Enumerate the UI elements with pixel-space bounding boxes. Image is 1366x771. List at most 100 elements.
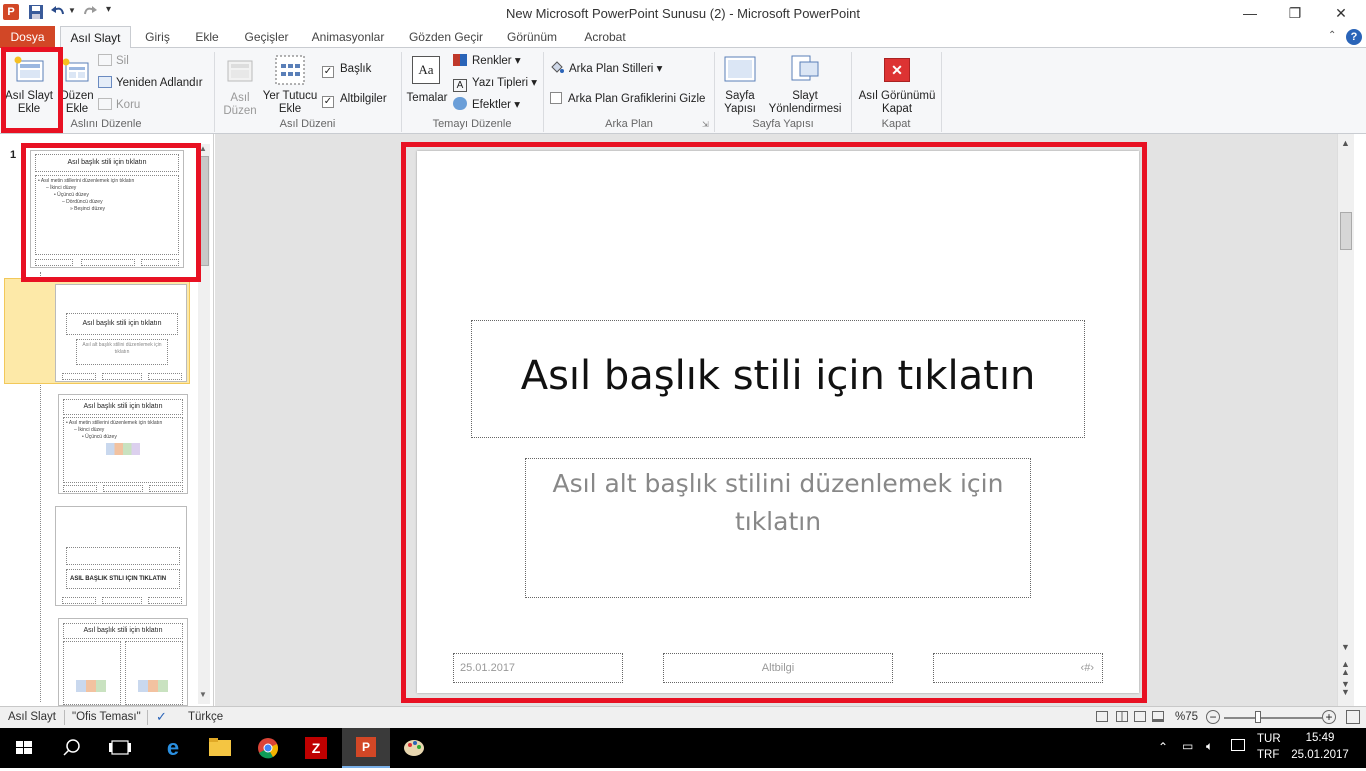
rename-button[interactable]: Yeniden Adlandır (98, 74, 203, 92)
file-explorer-icon[interactable] (196, 728, 244, 768)
filezilla-icon[interactable]: Z (292, 728, 340, 768)
layout-thumbnail-two-content[interactable]: Asıl başlık stili için tıklatın (58, 618, 188, 706)
normal-view-icon[interactable] (1096, 711, 1108, 722)
footers-checkbox[interactable]: ✓ Altbilgiler (322, 90, 387, 108)
tab-transitions[interactable]: Geçişler (234, 26, 299, 48)
zoom-slider-track[interactable] (1224, 717, 1322, 719)
delete-icon (98, 54, 112, 66)
edge-browser-icon[interactable]: e (148, 728, 196, 768)
slide-sorter-icon[interactable] (1116, 711, 1128, 722)
main-scroll-thumb[interactable] (1340, 212, 1352, 250)
zoom-slider-thumb[interactable] (1255, 711, 1261, 723)
slide-orientation-label: Slayt Yönlendirmesi (768, 90, 842, 115)
close-master-icon: ✕ (884, 58, 910, 82)
thumb-body-line: • Asıl metin stillerini düzenlemek için … (66, 420, 163, 426)
collapse-ribbon-icon[interactable]: ⌃ (1328, 30, 1336, 41)
highlight-slide (401, 142, 1147, 703)
zoom-in-icon[interactable]: + (1322, 710, 1336, 724)
thumb-subtitle-box (66, 547, 180, 565)
group-label-edit-theme: Temayı Düzenle (432, 118, 512, 130)
tab-review[interactable]: Gözden Geçir (402, 26, 490, 48)
thumb-content-icons (138, 680, 168, 692)
title-checkbox[interactable]: ✓ Başlık (322, 60, 371, 78)
next-slide-icon[interactable]: ▼ ▼ (1341, 680, 1350, 697)
tab-file[interactable]: Dosya (0, 26, 55, 48)
paint-icon[interactable] (390, 728, 438, 768)
scroll-down-icon[interactable]: ▼ (1341, 642, 1350, 652)
show-hidden-icons[interactable]: ⌃ (1158, 740, 1168, 754)
tab-view[interactable]: Görünüm (500, 26, 564, 48)
master-layout-label: Asıl Düzen (223, 92, 257, 117)
powerpoint-taskbar-icon[interactable]: P (342, 728, 390, 768)
zoom-out-icon[interactable]: − (1206, 710, 1220, 724)
slide-number: 1 (10, 149, 17, 161)
clock-date[interactable]: 25.01.2017 (1290, 749, 1350, 761)
volume-icon[interactable]: 🔈︎ (1206, 739, 1213, 754)
background-dialog-launcher-icon[interactable]: ⇲ (702, 120, 709, 129)
network-icon[interactable]: ▭ (1182, 739, 1193, 753)
page-setup-icon (724, 56, 756, 82)
search-icon[interactable] (48, 728, 96, 768)
windows-start-icon[interactable] (0, 728, 48, 768)
fonts-icon: A (453, 79, 467, 92)
minimize-button[interactable]: — (1227, 0, 1273, 26)
scroll-down-icon[interactable]: ▼ (199, 690, 207, 699)
paint-bucket-icon (550, 61, 564, 74)
title-bar: P ▼ ▾ New Microsoft PowerPoint Sunusu (2… (0, 0, 1366, 26)
status-view-mode: Asıl Slayt (8, 711, 56, 723)
close-button[interactable]: ✕ (1318, 0, 1364, 26)
footers-checkbox-box: ✓ (322, 96, 334, 108)
background-styles-button[interactable]: Arka Plan Stilleri ▾ (550, 60, 662, 78)
layout-thumbnail-title-content[interactable]: Asıl başlık stili için tıklatın • Asıl m… (58, 394, 188, 494)
tab-animations[interactable]: Animasyonlar (305, 26, 391, 48)
tab-slide-master[interactable]: Asıl Slayt (60, 26, 131, 49)
chrome-icon[interactable] (244, 728, 292, 768)
group-label-close: Kapat (881, 118, 911, 130)
spellcheck-icon[interactable]: ✓ (156, 709, 167, 725)
master-layout-button[interactable]: Asıl Düzen (220, 50, 260, 117)
tab-home[interactable]: Giriş (135, 26, 180, 48)
reading-view-icon[interactable] (1134, 711, 1146, 722)
thumb-footer (62, 373, 96, 380)
task-view-icon[interactable] (96, 728, 144, 768)
fonts-button[interactable]: A Yazı Tipleri ▾ (453, 74, 537, 92)
restore-button[interactable]: ❐ (1272, 0, 1318, 26)
highlight-master-thumbnail (21, 143, 201, 282)
master-layout-icon (227, 60, 253, 82)
group-separator (941, 52, 942, 132)
delete-button[interactable]: Sil (98, 52, 129, 70)
insert-layout-button[interactable]: Düzen Ekle (58, 50, 94, 116)
clock-time[interactable]: 15:49 (1290, 732, 1350, 744)
page-setup-button[interactable]: Sayfa Yapısı (718, 50, 762, 116)
preserve-button[interactable]: Koru (98, 96, 140, 114)
page-setup-label: Sayfa Yapısı (724, 90, 756, 115)
rename-label: Yeniden Adlandır (116, 77, 203, 89)
close-master-view-label: Asıl Görünümü Kapat (858, 90, 936, 115)
layout-thumbnail-title-slide[interactable]: Asıl başlık stili için tıklatın Asıl alt… (55, 284, 187, 382)
close-master-view-button[interactable]: ✕ Asıl Görünümü Kapat (854, 50, 940, 116)
language-indicator-2[interactable]: TRF (1257, 749, 1279, 761)
scroll-up-icon[interactable]: ▲ (1341, 138, 1350, 148)
insert-placeholder-button[interactable]: Yer Tutucu Ekle (262, 50, 318, 116)
layout-thumbnail-section-header[interactable]: ASIL BAŞLIK STILI IÇIN TIKLATIN (55, 506, 187, 606)
fit-to-window-icon[interactable] (1346, 710, 1360, 724)
status-bar: Asıl Slayt "Ofis Teması" ✓ Türkçe %75 − … (0, 706, 1366, 728)
tab-acrobat[interactable]: Acrobat (575, 26, 635, 48)
zoom-level[interactable]: %75 (1175, 711, 1198, 723)
themes-button[interactable]: Aa Temalar (404, 50, 450, 116)
tab-insert[interactable]: Ekle (186, 26, 228, 48)
language-indicator-1[interactable]: TUR (1257, 733, 1281, 745)
colors-button[interactable]: Renkler ▾ (453, 52, 521, 70)
thumb-title: Asıl başlık stili için tıklatın (66, 313, 178, 335)
notifications-icon[interactable] (1231, 739, 1245, 751)
status-language[interactable]: Türkçe (188, 711, 223, 723)
effects-button[interactable]: Efektler ▾ (453, 96, 520, 114)
hide-background-graphics-checkbox[interactable]: Arka Plan Grafiklerini Gizle (550, 90, 705, 108)
thumb-footer (102, 373, 142, 380)
slideshow-icon[interactable] (1152, 711, 1164, 722)
preserve-icon (98, 98, 112, 110)
main-vertical-scrollbar[interactable]: ▲ ▼ ▲ ▲ ▼ ▼ (1337, 134, 1354, 706)
slide-orientation-button[interactable]: Slayt Yönlendirmesi (764, 50, 846, 116)
previous-slide-icon[interactable]: ▲ ▲ (1341, 660, 1350, 677)
help-icon[interactable]: ? (1346, 29, 1362, 45)
